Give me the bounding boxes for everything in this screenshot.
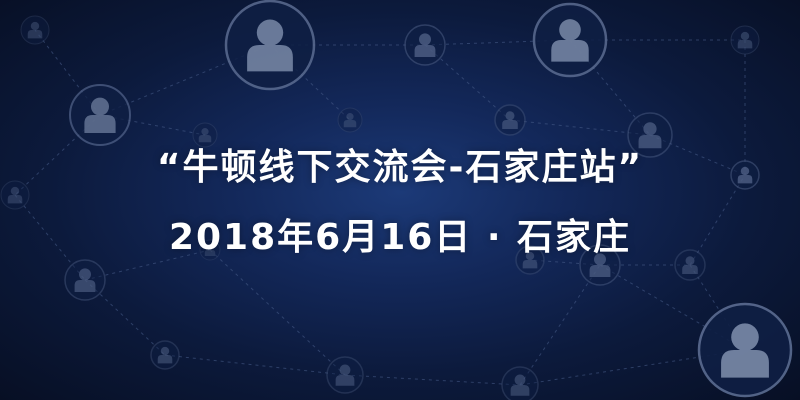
user-avatar-icon <box>697 302 793 398</box>
user-avatar-icon <box>337 107 363 133</box>
user-avatar-icon <box>494 104 526 136</box>
avatar-nodes <box>0 0 793 400</box>
user-avatar-icon <box>150 340 180 370</box>
user-avatar-icon <box>69 84 131 146</box>
event-banner: “牛顿线下交流会-石家庄站” 2018年6月16日 · 石家庄 <box>0 0 800 400</box>
user-avatar-icon <box>501 366 539 400</box>
user-avatar-icon <box>730 25 760 55</box>
user-avatar-icon <box>224 0 316 91</box>
user-avatar-icon <box>532 2 608 78</box>
user-avatar-icon <box>20 15 50 45</box>
user-avatar-icon <box>404 24 446 66</box>
event-date-location: 2018年6月16日 · 石家庄 <box>168 217 632 258</box>
user-avatar-icon <box>326 356 364 394</box>
event-title: “牛顿线下交流会-石家庄站” <box>156 147 644 188</box>
network-background <box>0 0 793 400</box>
user-avatar-icon <box>64 259 106 301</box>
